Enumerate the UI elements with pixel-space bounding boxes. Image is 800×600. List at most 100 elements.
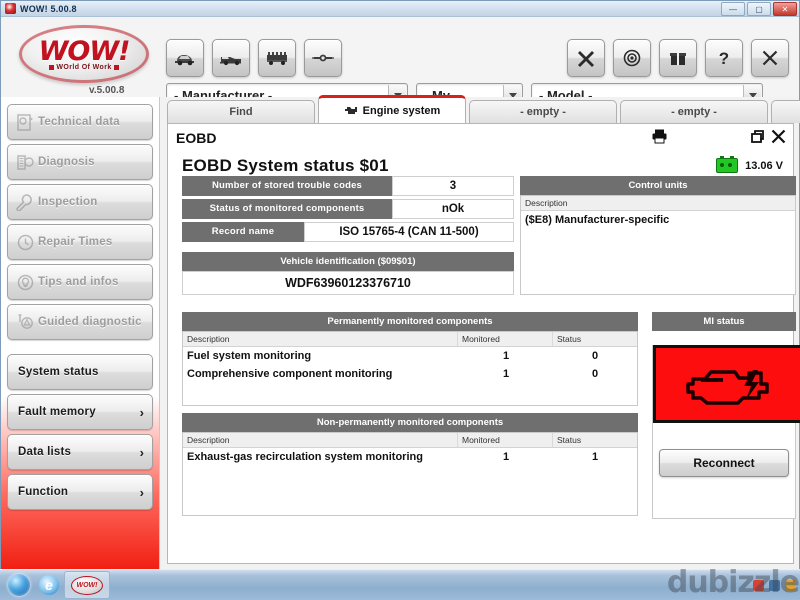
column-monitored: Monitored	[458, 433, 553, 447]
sidebar-item-diagnosis[interactable]: Diagnosis	[7, 144, 153, 180]
tray-icon-network[interactable]	[769, 580, 780, 591]
reconnect-button[interactable]: Reconnect	[659, 449, 789, 477]
help-icon[interactable]: ?	[705, 39, 743, 77]
summary-value: nOk	[392, 199, 514, 219]
sidebar-group-label: Function	[18, 486, 68, 498]
window-close-button[interactable]: ✕	[773, 2, 797, 16]
table-row[interactable]: ($E8) Manufacturer-specific	[521, 211, 795, 229]
sidebar-item-technical-data[interactable]: Technical data	[7, 104, 153, 140]
summary-value: 3	[392, 176, 514, 196]
permanently-monitored-column-header: Description Monitored Status	[183, 332, 637, 347]
vehicle-van-icon[interactable]	[212, 39, 250, 77]
row-status: 0	[553, 365, 637, 383]
chevron-right-icon: ›	[140, 485, 144, 500]
sidebar-item-tips-and-infos[interactable]: Tips and infos	[7, 264, 153, 300]
column-description: Description	[183, 332, 458, 346]
tab-label: Engine system	[363, 105, 441, 117]
sidebar-group-function[interactable]: Function ›	[7, 474, 153, 510]
vehicle-trailer-icon[interactable]	[304, 39, 342, 77]
desktop: WOW! 5.00.8 — ▢ ✕ WOW! WOrld Of Work v.5…	[0, 0, 800, 600]
summary-block: Number of stored trouble codes 3 Status …	[182, 176, 514, 295]
vehicle-car-icon[interactable]	[166, 39, 204, 77]
row-description: Fuel system monitoring	[183, 347, 459, 365]
taskbar: e WOW! dubizzle	[0, 569, 800, 600]
sidebar-group-system-status[interactable]: System status	[7, 354, 153, 390]
minimize-button[interactable]: —	[721, 2, 745, 16]
summary-row: Number of stored trouble codes 3	[182, 176, 514, 196]
panel-titlebar: EOBD	[168, 124, 793, 152]
summary-value: ISO 15765-4 (CAN 11-500)	[304, 222, 514, 242]
summary-label: Record name	[182, 222, 304, 242]
tab-bar: Find Engine system - empty - - empty - -…	[161, 97, 799, 123]
table-row[interactable]: Fuel system monitoring 1 0	[183, 347, 637, 365]
windows-start-icon	[8, 574, 30, 596]
permanently-monitored-block: Permanently monitored components Descrip…	[182, 312, 638, 406]
summary-row: Status of monitored components nOk	[182, 199, 514, 219]
logo-subtext-label: WOrld Of Work	[56, 64, 111, 71]
svg-text:?: ?	[719, 49, 729, 68]
non-permanently-monitored-header: Non-permanently monitored components	[182, 413, 638, 432]
tab-label: - empty -	[520, 106, 566, 118]
diagnosis-icon	[12, 154, 38, 171]
sidebar-item-label: Inspection	[38, 196, 98, 208]
app-toolbar-right: ?	[567, 39, 789, 77]
column-monitored: Monitored	[458, 332, 553, 346]
tab-empty-1[interactable]: - empty -	[469, 100, 617, 123]
sidebar-group-list: System status Fault memory › Data lists …	[1, 354, 159, 510]
summary-row: Record name ISO 15765-4 (CAN 11-500)	[182, 222, 514, 242]
mi-status-block: MI status Reconnect	[652, 312, 796, 519]
tab-empty-3[interactable]: - empty -	[771, 100, 800, 123]
taskbar-item-wow[interactable]: WOW!	[64, 571, 110, 599]
close-app-icon[interactable]	[751, 39, 789, 77]
maximize-button[interactable]: ▢	[747, 2, 771, 16]
column-description: Description	[183, 433, 458, 447]
row-status: 1	[553, 448, 637, 466]
guided-diagnostic-icon	[12, 314, 38, 331]
tab-empty-2[interactable]: - empty -	[620, 100, 768, 123]
tray-icon-volume[interactable]	[785, 580, 796, 591]
internet-explorer-icon: e	[39, 575, 59, 595]
vehicle-identification-header: Vehicle identification ($09$01)	[182, 252, 514, 271]
window-title: WOW! 5.00.8	[20, 4, 77, 14]
wow-logo: WOW! WOrld Of Work	[19, 25, 149, 87]
technical-data-icon	[12, 114, 38, 131]
non-permanently-monitored-column-header: Description Monitored Status	[183, 433, 637, 448]
settings-icon[interactable]	[613, 39, 651, 77]
app-icon	[5, 3, 16, 14]
sidebar-group-data-lists[interactable]: Data lists ›	[7, 434, 153, 470]
package-icon[interactable]	[659, 39, 697, 77]
control-unit-description: ($E8) Manufacturer-specific	[521, 211, 795, 229]
tab-label: - empty -	[671, 106, 717, 118]
application-window: WOW! 5.00.8 — ▢ ✕ WOW! WOrld Of Work v.5…	[0, 0, 800, 570]
tools-icon[interactable]	[567, 39, 605, 77]
wrench-icon	[12, 194, 38, 211]
printer-icon[interactable]	[651, 128, 668, 150]
taskbar-item-internet-explorer[interactable]: e	[34, 572, 64, 598]
vehicle-truck-icon[interactable]	[258, 39, 296, 77]
sidebar-item-guided-diagnostic[interactable]: Guided diagnostic	[7, 304, 153, 340]
sidebar-item-repair-times[interactable]: Repair Times	[7, 224, 153, 260]
column-description: Description	[521, 196, 795, 210]
start-button[interactable]	[4, 572, 34, 598]
vehicle-type-toolbar	[166, 39, 342, 77]
sidebar-item-label: Guided diagnostic	[38, 316, 142, 328]
control-units-header: Control units	[520, 176, 796, 195]
restore-window-icon[interactable]	[749, 128, 765, 149]
non-permanently-monitored-block: Non-permanently monitored components Des…	[182, 413, 638, 516]
sidebar-item-inspection[interactable]: Inspection	[7, 184, 153, 220]
sidebar-group-label: Fault memory	[18, 406, 96, 418]
row-monitored: 1	[459, 365, 553, 383]
column-status: Status	[553, 332, 637, 346]
wow-app-icon: WOW!	[71, 576, 103, 595]
sidebar: Technical data Diagnosis Inspection Repa…	[1, 97, 160, 571]
voltage-value: 13.06 V	[745, 160, 783, 172]
tab-engine-system[interactable]: Engine system	[318, 95, 466, 123]
close-panel-icon[interactable]	[770, 128, 787, 150]
table-row[interactable]: Exhaust-gas recirculation system monitor…	[183, 448, 637, 466]
tab-find[interactable]: Find	[167, 100, 315, 123]
app-header: WOW! WOrld Of Work v.5.00.8	[1, 17, 799, 102]
sidebar-group-fault-memory[interactable]: Fault memory ›	[7, 394, 153, 430]
row-monitored: 1	[459, 448, 553, 466]
tray-icon-shield[interactable]	[753, 580, 764, 591]
table-row[interactable]: Comprehensive component monitoring 1 0	[183, 365, 637, 383]
